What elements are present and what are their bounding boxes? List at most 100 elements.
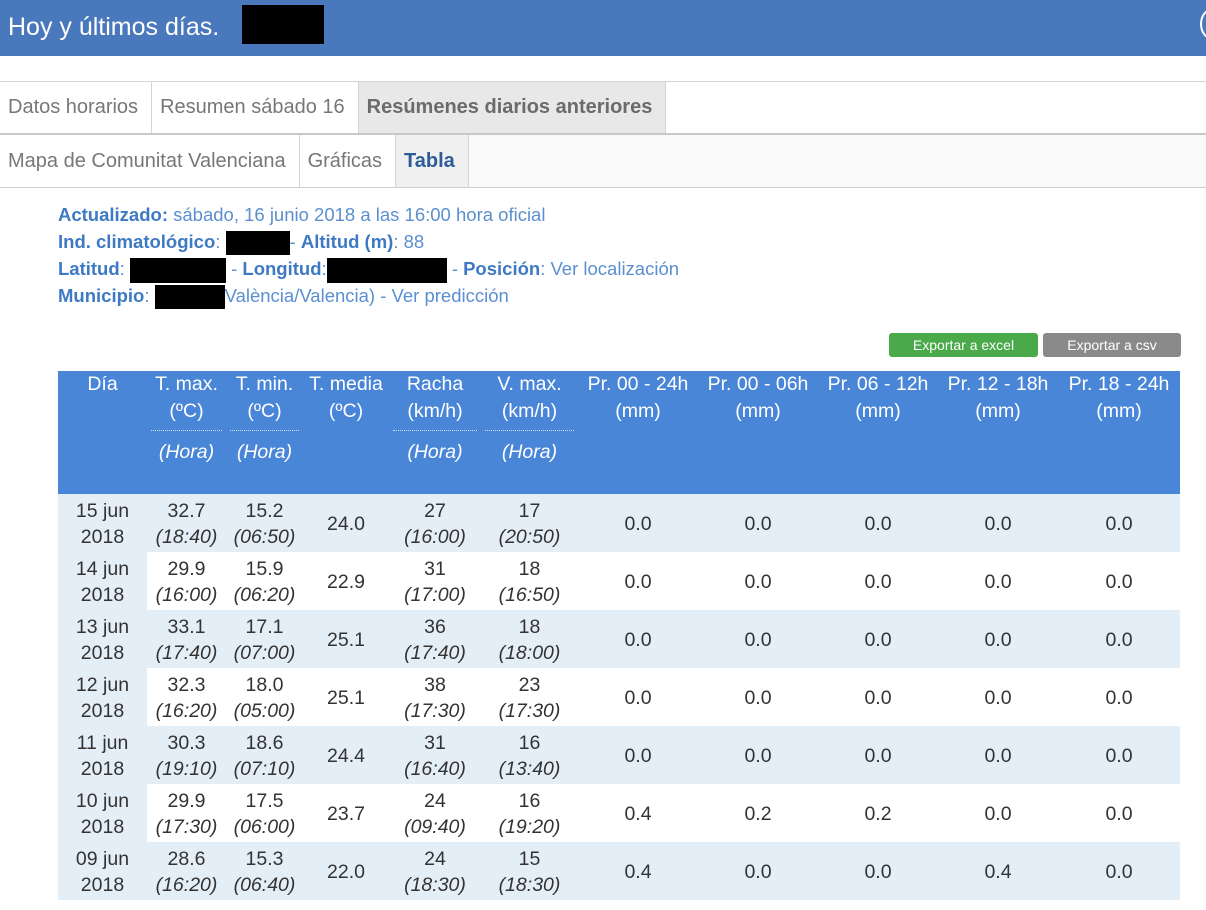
cell-value: 17 <box>518 500 541 522</box>
column-header-label: Pr. 12 - 18h (mm) <box>938 371 1058 425</box>
cell-value: 32.7 <box>167 500 206 522</box>
table-cell: 17 (20:50) <box>481 494 578 552</box>
ind-label: Ind. climatológico <box>58 231 216 252</box>
table-cell: 23 (17:30) <box>481 668 578 726</box>
posicion-label: Posición <box>463 258 541 279</box>
cell-hora: (18:30) <box>404 874 466 896</box>
ver-localizacion-link[interactable]: Ver localización <box>550 258 679 279</box>
table-cell: 36 (17:40) <box>389 610 481 668</box>
table-cell: 15.2 (06:50) <box>226 494 303 552</box>
info-indicativo: Ind. climatológico: - Altitud (m): 88 <box>58 228 679 256</box>
table-cell: 0.0 <box>698 552 818 610</box>
table-cell: 0.0 <box>578 668 698 726</box>
table-row: 13 jun 2018 33.1 (17:40) 17.1 (07:00) 25.1 36 (1… <box>58 610 1180 668</box>
cell-hora: (17:30) <box>404 700 466 722</box>
info-municipio: Municipio: València/Valencia) - Ver pred… <box>58 282 679 310</box>
cell-value: 16 <box>518 790 541 812</box>
column-header-title: T. media <box>309 373 383 395</box>
page-title: Hoy y últimos días. <box>8 13 220 41</box>
column-header-unit: (mm) <box>855 400 901 422</box>
station-info: Actualizado: sábado, 16 junio 2018 a las… <box>58 201 679 310</box>
actualizado-value: sábado, 16 junio 2018 a las 16:00 hora o… <box>173 204 546 225</box>
table-cell: 33.1 (17:40) <box>147 610 226 668</box>
table-cell: 0.4 <box>938 842 1058 900</box>
cell-value: 18 <box>518 558 541 580</box>
cell-year: 2018 <box>80 700 125 722</box>
column-header-unit: (ºC) <box>169 400 204 422</box>
tab-graficas[interactable]: Gráficas <box>299 135 397 187</box>
cell-hora: (07:00) <box>233 642 296 664</box>
table-row: 09 jun 2018 28.6 (16:20) 15.3 (06:40) 22.0 24 (1… <box>58 842 1180 900</box>
table-cell: 25.1 <box>303 610 389 668</box>
table-cell: 24 (18:30) <box>389 842 481 900</box>
cell-value: 15 <box>518 848 541 870</box>
cell-hora: (19:10) <box>155 758 218 780</box>
table-cell: 0.0 <box>818 494 938 552</box>
cell-hora: (17:00) <box>404 584 466 606</box>
cell-value: 29.9 <box>167 790 206 812</box>
cell-hora: (17:40) <box>404 642 466 664</box>
table-cell: 0.0 <box>938 610 1058 668</box>
cell-hora: (09:40) <box>404 816 466 838</box>
cell-value: 10 jun <box>75 790 130 812</box>
table-header-row: Día T. max. (ºC) (Hora) T. min. (ºC) (Hora) T. … <box>58 371 1180 494</box>
cell-year: 2018 <box>80 758 125 780</box>
cell-hora: (07:10) <box>233 758 296 780</box>
cell-hora: (16:20) <box>155 700 218 722</box>
cell-value: 17.1 <box>245 616 284 638</box>
table-cell: 10 jun 2018 <box>58 784 147 842</box>
tab-mapa[interactable]: Mapa de Comunitat Valenciana <box>0 135 300 187</box>
column-header: Pr. 00 - 06h (mm) <box>698 371 818 494</box>
table-cell: 15.9 (06:20) <box>226 552 303 610</box>
table-cell: 0.0 <box>1058 726 1180 784</box>
table-cell: 30.3 (19:10) <box>147 726 226 784</box>
table-cell: 13 jun 2018 <box>58 610 147 668</box>
table-cell: 38 (17:30) <box>389 668 481 726</box>
tab-resumen-sabado[interactable]: Resumen sábado 16 <box>152 82 359 133</box>
redacted-municipio <box>154 285 225 310</box>
cell-value: 11 jun <box>76 732 129 754</box>
cell-value: 18.0 <box>245 674 284 696</box>
column-header-hora: (Hora) <box>501 441 558 463</box>
ver-prediccion-link[interactable]: Ver predicción <box>392 285 509 306</box>
table-cell: 18.0 (05:00) <box>226 668 303 726</box>
cell-hora: (17:40) <box>155 642 218 664</box>
cell-hora: (17:30) <box>155 816 218 838</box>
column-header-hora: (Hora) <box>158 441 215 463</box>
table-cell: 0.0 <box>938 726 1058 784</box>
cell-value: 15.3 <box>245 848 284 870</box>
redacted-station-name <box>242 5 324 44</box>
header-corner-icon[interactable] <box>1200 9 1206 39</box>
column-header: Racha (km/h) (Hora) <box>389 371 481 494</box>
table-cell: 29.9 (17:30) <box>147 784 226 842</box>
table-cell: 15 (18:30) <box>481 842 578 900</box>
column-header-unit: (km/h) <box>407 400 463 422</box>
redacted-indicativo <box>225 231 290 256</box>
tab-datos-horarios[interactable]: Datos horarios <box>0 82 153 133</box>
export-excel-button[interactable]: Exportar a excel <box>889 333 1038 357</box>
table-cell: 29.9 (16:00) <box>147 552 226 610</box>
cell-hora: (06:40) <box>233 874 296 896</box>
cell-hora: (16:00) <box>404 526 466 548</box>
cell-hora: (05:00) <box>233 700 296 722</box>
column-header-title: Día <box>87 373 118 395</box>
tab-resumenes-diarios[interactable]: Resúmenes diarios anteriores <box>358 82 667 133</box>
table-cell: 16 (13:40) <box>481 726 578 784</box>
cell-hora: (18:40) <box>155 526 218 548</box>
tab-tabla[interactable]: Tabla <box>396 135 469 187</box>
export-csv-button[interactable]: Exportar a csv <box>1043 333 1181 357</box>
cell-value: 30.3 <box>167 732 206 754</box>
table-cell: 24.0 <box>303 494 389 552</box>
altitud-label: Altitud (m) <box>300 231 394 252</box>
table-cell: 0.0 <box>1058 784 1180 842</box>
table-cell: 14 jun 2018 <box>58 552 147 610</box>
column-header-title: T. min. <box>235 373 294 395</box>
table-cell: 0.0 <box>1058 610 1180 668</box>
table-cell: 0.2 <box>698 784 818 842</box>
actualizado-label: Actualizado: <box>58 204 168 225</box>
column-header: T. min. (ºC) (Hora) <box>226 371 303 494</box>
cell-hora: (16:40) <box>404 758 466 780</box>
cell-hora: (17:30) <box>498 700 561 722</box>
column-header-label: V. max. (km/h) <box>485 371 574 431</box>
table-cell: 24.4 <box>303 726 389 784</box>
